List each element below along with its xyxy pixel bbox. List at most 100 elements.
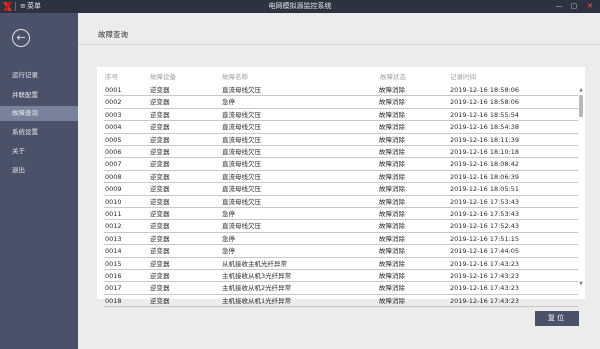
table-row[interactable]: 0009 逆变器 直流母线欠压 故障消除 2019-12-16 18:05:51	[104, 183, 578, 196]
cell-record-time: 2019-12-16 18:05:51	[450, 185, 520, 194]
cell-record-time: 2019-12-16 18:10:18	[450, 148, 520, 156]
table-row[interactable]: 0003 逆变器 直流母线欠压 故障消除 2019-12-16 18:55:54	[104, 109, 578, 122]
table-row[interactable]: 0006 逆变器 直流母线欠压 故障消除 2019-12-16 18:10:18	[104, 146, 578, 159]
cell-fault-name: 急停	[222, 98, 235, 107]
cell-record-time: 2019-12-16 18:54:38	[450, 123, 520, 132]
cell-fault-name: 直流母线欠压	[222, 110, 261, 119]
cell-index: 0004	[105, 123, 122, 132]
cell-fault-name: 急停	[222, 234, 235, 243]
cell-fault-name: 主机接收从机2光纤异常	[222, 284, 292, 293]
cell-device: 逆变器	[150, 197, 170, 206]
table-row[interactable]: 0015 逆变器 从机接收主机光纤异常 故障消除 2019-12-16 17:43:23	[104, 258, 578, 270]
sidebar-item-run-log[interactable]: 运行记录	[0, 68, 78, 83]
cell-record-time: 2019-12-16 17:43:23	[450, 296, 520, 305]
cell-device: 逆变器	[150, 210, 170, 218]
cell-fault-name: 急停	[222, 210, 235, 218]
reset-button[interactable]: 复位	[535, 311, 579, 326]
cell-fault-status: 故障消除	[379, 272, 405, 280]
table-row[interactable]: 0013 逆变器 急停 故障消除 2019-12-16 17:51:15	[104, 233, 578, 246]
cell-device: 逆变器	[150, 123, 170, 132]
cell-index: 0008	[105, 172, 122, 181]
cell-fault-status: 故障消除	[379, 222, 405, 231]
title-divider	[78, 44, 600, 45]
cell-fault-status: 故障消除	[379, 259, 405, 268]
scroll-down-icon[interactable]: ▼	[578, 281, 584, 287]
close-button[interactable]: ✕	[584, 1, 596, 12]
cell-record-time: 2019-12-16 17:51:15	[450, 234, 520, 243]
table-row[interactable]: 0008 逆变器 直流母线欠压 故障消除 2019-12-16 18:06:39	[104, 171, 578, 184]
cell-fault-name: 直流母线欠压	[222, 160, 261, 169]
cell-index: 0018	[105, 296, 122, 305]
sidebar-item-exit[interactable]: 退出	[0, 163, 78, 178]
cell-device: 逆变器	[150, 284, 170, 293]
cell-record-time: 2019-12-16 17:53:43	[450, 210, 520, 218]
main-content: 故障查询 序号 故障设备 故障名称 故障状态 记录时间 0001 逆变器 直流母线欠…	[78, 13, 600, 349]
cell-index: 0010	[105, 197, 122, 206]
cell-index: 0015	[105, 259, 122, 268]
cell-fault-status: 故障消除	[379, 296, 405, 305]
cell-device: 逆变器	[150, 247, 170, 256]
cell-fault-name: 直流母线欠压	[222, 185, 261, 194]
table-row[interactable]: 0012 逆变器 直流母线欠压 故障消除 2019-12-16 17:52:43	[104, 220, 578, 233]
cell-record-time: 2019-12-16 17:43:23	[450, 259, 520, 268]
sidebar-item-parallel-config[interactable]: 并联配置	[0, 88, 78, 103]
app-title: 电网模拟源监控系统	[268, 2, 332, 10]
sidebar: ← 运行记录 并联配置 故障查询 系统设置 关于 退出	[0, 13, 78, 349]
cell-fault-status: 故障消除	[379, 172, 405, 181]
cell-index: 0016	[105, 272, 122, 280]
table-row[interactable]: 0014 逆变器 急停 故障消除 2019-12-16 17:44:05	[104, 245, 578, 258]
cell-device: 逆变器	[150, 148, 170, 156]
table-scrollbar[interactable]: ▲ ▼	[578, 87, 584, 287]
cell-fault-name: 直流母线欠压	[222, 123, 261, 132]
cell-fault-status: 故障消除	[379, 98, 405, 107]
cell-device: 逆变器	[150, 160, 170, 169]
cell-index: 0009	[105, 185, 122, 194]
cell-device: 逆变器	[150, 110, 170, 119]
column-header-record-time: 记录时间	[450, 73, 476, 81]
cell-device: 逆变器	[150, 222, 170, 231]
table-row[interactable]: 0010 逆变器 直流母线欠压 故障消除 2019-12-16 17:53:43	[104, 196, 578, 208]
cell-fault-name: 急停	[222, 247, 235, 256]
table-row[interactable]: 0002 逆变器 急停 故障消除 2019-12-16 18:58:06	[104, 96, 578, 109]
cell-fault-status: 故障消除	[379, 148, 405, 156]
table-row[interactable]: 0005 逆变器 直流母线欠压 故障消除 2019-12-16 18:11:39	[104, 134, 578, 146]
cell-index: 0001	[105, 86, 122, 94]
sidebar-item-system-settings[interactable]: 系统设置	[0, 125, 78, 140]
table-row[interactable]: 0018 逆变器 主机接收从机1光纤异常 故障消除 2019-12-16 17:43:2…	[104, 295, 578, 308]
cell-fault-status: 故障消除	[379, 234, 405, 243]
cell-device: 逆变器	[150, 135, 170, 144]
table-row[interactable]: 0004 逆变器 直流母线欠压 故障消除 2019-12-16 18:54:38	[104, 121, 578, 134]
cell-index: 0012	[105, 222, 122, 231]
table-row[interactable]: 0001 逆变器 直流母线欠压 故障消除 2019-12-16 18:58:06	[104, 84, 578, 97]
cell-fault-name: 直流母线欠压	[222, 197, 261, 206]
scroll-up-icon[interactable]: ▲	[578, 87, 584, 93]
cell-fault-name: 主机接收从机3光纤异常	[222, 272, 292, 280]
cell-record-time: 2019-12-16 18:55:54	[450, 110, 520, 119]
table-row[interactable]: 0017 逆变器 主机接收从机2光纤异常 故障消除 2019-12-16 17:43:2…	[104, 282, 578, 295]
cell-record-time: 2019-12-16 18:58:06	[450, 98, 520, 107]
back-arrow-icon[interactable]: ←	[12, 29, 30, 47]
cell-record-time: 2019-12-16 18:11:39	[450, 135, 520, 144]
cell-fault-name: 从机接收主机光纤异常	[222, 259, 287, 268]
table-row[interactable]: 0011 逆变器 急停 故障消除 2019-12-16 17:53:43	[104, 208, 578, 221]
minimize-button[interactable]: —	[553, 1, 565, 12]
cell-device: 逆变器	[150, 272, 170, 280]
cell-record-time: 2019-12-16 18:06:39	[450, 172, 520, 181]
title-bar: ≡ 菜单 电网模拟源监控系统 — ▢ ✕	[0, 0, 600, 13]
table-row[interactable]: 0016 逆变器 主机接收从机3光纤异常 故障消除 2019-12-16 17:43:2…	[104, 270, 578, 283]
cell-index: 0006	[105, 148, 122, 156]
sidebar-item-fault-query[interactable]: 故障查询	[0, 106, 78, 121]
cell-index: 0002	[105, 98, 122, 107]
maximize-button[interactable]: ▢	[568, 1, 580, 12]
cell-fault-name: 直流母线欠压	[222, 172, 261, 181]
column-header-fault-name: 故障名称	[222, 73, 248, 81]
cell-device: 逆变器	[150, 296, 170, 305]
cell-index: 0017	[105, 284, 122, 293]
cell-record-time: 2019-12-16 17:43:23	[450, 272, 520, 280]
cell-index: 0011	[105, 210, 122, 218]
table-row[interactable]: 0007 逆变器 直流母线欠压 故障消除 2019-12-16 18:08:42	[104, 158, 578, 171]
cell-index: 0014	[105, 247, 122, 256]
sidebar-item-about[interactable]: 关于	[0, 144, 78, 159]
scroll-thumb[interactable]	[579, 95, 583, 117]
cell-fault-status: 故障消除	[379, 123, 405, 132]
